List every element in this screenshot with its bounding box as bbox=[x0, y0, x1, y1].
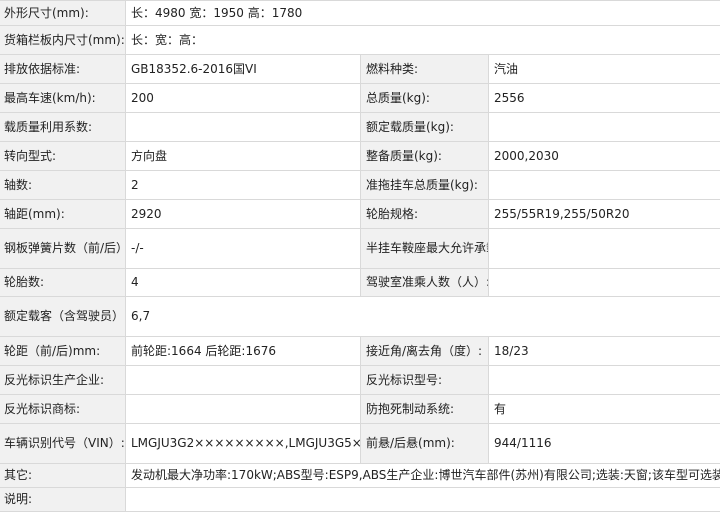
label-rated-load: 额定载质量(kg): bbox=[360, 112, 489, 142]
label-reflector-maker: 反光标识生产企业: bbox=[0, 365, 126, 395]
label-curb-mass: 整备质量(kg): bbox=[360, 141, 489, 171]
value-track-width: 前轮距:1664 后轮距:1676 bbox=[125, 336, 361, 366]
row-cargo-box-size: 货箱栏板内尺寸(mm): 长：宽：高： bbox=[0, 25, 720, 55]
value-reflector-model bbox=[487, 365, 720, 395]
label-cargo-box-size: 货箱栏板内尺寸(mm): bbox=[0, 25, 126, 55]
row-reflector-maker: 反光标识生产企业: 反光标识型号: bbox=[0, 365, 720, 395]
row-steering: 转向型式: 方向盘 整备质量(kg): 2000,2030 bbox=[0, 141, 720, 171]
label-overhang: 前悬/后悬(mm): bbox=[360, 423, 489, 464]
label-tire-count: 轮胎数: bbox=[0, 268, 126, 297]
label-trailer-mass: 准拖挂车总质量(kg): bbox=[360, 170, 489, 200]
label-reflector-brand: 反光标识商标: bbox=[0, 394, 126, 424]
value-saddle-load bbox=[487, 228, 720, 269]
value-load-utilization bbox=[125, 112, 361, 142]
value-leaf-springs: -/- bbox=[125, 228, 361, 269]
label-vin: 车辆识别代号（VIN）: bbox=[0, 423, 126, 464]
row-notes: 说明: bbox=[0, 487, 720, 512]
value-vin: LMGJU3G2×××××××××,LMGJU3G5××××××××××,LMG… bbox=[125, 423, 361, 464]
row-tires: 轮胎数: 4 驾驶室准乘人数（人）: bbox=[0, 268, 720, 297]
value-trailer-mass bbox=[487, 170, 720, 200]
row-reflector-brand: 反光标识商标: 防抱死制动系统: 有 bbox=[0, 394, 720, 424]
label-approach-departure: 接近角/离去角（度）: bbox=[360, 336, 489, 366]
value-reflector-maker bbox=[125, 365, 361, 395]
value-max-speed: 200 bbox=[125, 83, 361, 113]
label-emission-standard: 排放依据标准: bbox=[0, 54, 126, 84]
value-dimensions: 长：4980 宽：1950 高：1780 bbox=[124, 0, 720, 26]
row-track: 轮距（前/后)mm: 前轮距:1664 后轮距:1676 接近角/离去角（度）:… bbox=[0, 336, 720, 366]
label-abs: 防抱死制动系统: bbox=[360, 394, 489, 424]
vehicle-spec-table: 外形尺寸(mm): 长：4980 宽：1950 高：1780 货箱栏板内尺寸(m… bbox=[0, 0, 720, 512]
value-abs: 有 bbox=[487, 394, 720, 424]
value-reflector-brand bbox=[125, 394, 361, 424]
label-other: 其它: bbox=[0, 463, 126, 488]
row-passengers: 额定载客（含驾驶员）（座位数）: 6,7 bbox=[0, 296, 720, 337]
value-axle-count: 2 bbox=[125, 170, 361, 200]
value-tire-count: 4 bbox=[125, 268, 361, 297]
row-emission: 排放依据标准: GB18352.6-2016国VI 燃料种类: 汽油 bbox=[0, 54, 720, 84]
value-cab-seats bbox=[487, 268, 720, 297]
label-leaf-springs: 钢板弹簧片数（前/后）: bbox=[0, 228, 126, 269]
label-gross-mass: 总质量(kg): bbox=[360, 83, 489, 113]
row-dimensions: 外形尺寸(mm): 长：4980 宽：1950 高：1780 bbox=[0, 0, 720, 26]
value-fuel-type: 汽油 bbox=[487, 54, 720, 84]
label-cab-seats: 驾驶室准乘人数（人）: bbox=[360, 268, 489, 297]
label-steering-type: 转向型式: bbox=[0, 141, 126, 171]
row-axles: 轴数: 2 准拖挂车总质量(kg): bbox=[0, 170, 720, 200]
value-curb-mass: 2000,2030 bbox=[487, 141, 720, 171]
value-other: 发动机最大净功率:170kW;ABS型号:ESP9,ABS生产企业:博世汽车部件… bbox=[124, 463, 720, 488]
value-rated-passengers: 6,7 bbox=[124, 296, 720, 337]
label-axle-count: 轴数: bbox=[0, 170, 126, 200]
label-saddle-load: 半挂车鞍座最大允许承载质量(kg): bbox=[360, 228, 489, 269]
row-load-factor: 载质量利用系数: 额定载质量(kg): bbox=[0, 112, 720, 142]
label-max-speed: 最高车速(km/h): bbox=[0, 83, 126, 113]
value-emission-standard: GB18352.6-2016国VI bbox=[125, 54, 361, 84]
label-track-width: 轮距（前/后)mm: bbox=[0, 336, 126, 366]
value-approach-departure: 18/23 bbox=[487, 336, 720, 366]
label-rated-passengers: 额定载客（含驾驶员）（座位数）: bbox=[0, 296, 126, 337]
row-other: 其它: 发动机最大净功率:170kW;ABS型号:ESP9,ABS生产企业:博世… bbox=[0, 463, 720, 488]
value-gross-mass: 2556 bbox=[487, 83, 720, 113]
row-speed: 最高车速(km/h): 200 总质量(kg): 2556 bbox=[0, 83, 720, 113]
label-wheelbase: 轴距(mm): bbox=[0, 199, 126, 229]
value-steering-type: 方向盘 bbox=[125, 141, 361, 171]
value-overhang: 944/1116 bbox=[487, 423, 720, 464]
value-tire-spec: 255/55R19,255/50R20 bbox=[487, 199, 720, 229]
label-tire-spec: 轮胎规格: bbox=[360, 199, 489, 229]
row-springs: 钢板弹簧片数（前/后）: -/- 半挂车鞍座最大允许承载质量(kg): bbox=[0, 228, 720, 269]
value-cargo-box-size: 长：宽：高： bbox=[124, 25, 720, 55]
label-dimensions: 外形尺寸(mm): bbox=[0, 0, 126, 26]
label-load-utilization: 载质量利用系数: bbox=[0, 112, 126, 142]
label-fuel-type: 燃料种类: bbox=[360, 54, 489, 84]
label-notes: 说明: bbox=[0, 487, 126, 512]
value-notes bbox=[124, 487, 720, 512]
row-vin: 车辆识别代号（VIN）: LMGJU3G2×××××××××,LMGJU3G5×… bbox=[0, 423, 720, 464]
row-wheelbase: 轴距(mm): 2920 轮胎规格: 255/55R19,255/50R20 bbox=[0, 199, 720, 229]
label-reflector-model: 反光标识型号: bbox=[360, 365, 489, 395]
value-rated-load bbox=[487, 112, 720, 142]
value-wheelbase: 2920 bbox=[125, 199, 361, 229]
